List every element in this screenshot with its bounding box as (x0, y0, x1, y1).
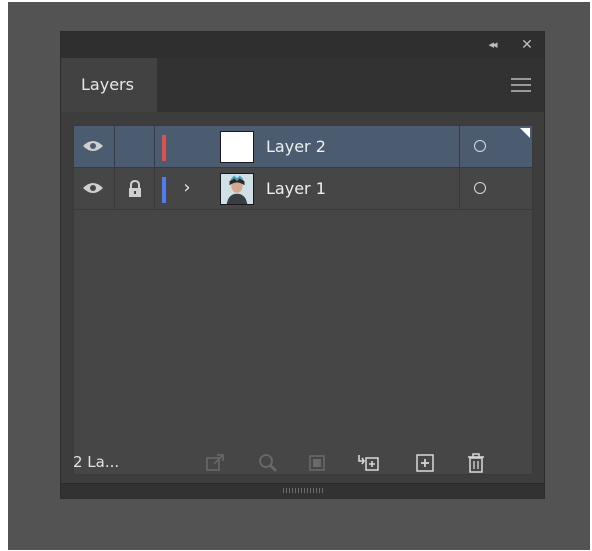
layer-color-bar (162, 177, 166, 203)
target-circle-icon[interactable] (474, 182, 486, 194)
layer-thumbnail (220, 173, 254, 205)
layer-row[interactable]: Layer 2 (74, 126, 532, 168)
grip-icon (283, 488, 323, 493)
layer-name[interactable]: Layer 1 (266, 168, 326, 210)
chevron-right-icon[interactable]: › (179, 176, 195, 200)
layers-list: Layer 2 › Layer 1 (73, 125, 533, 475)
panel-resize-handle[interactable] (61, 483, 544, 498)
layer-color-bar (162, 135, 166, 161)
delete-layer-icon[interactable] (465, 452, 487, 474)
panel-titlebar[interactable]: ◂◂ ✕ (61, 32, 544, 58)
eye-visibility-icon[interactable] (82, 139, 104, 153)
make-clipping-mask-icon[interactable] (306, 452, 328, 474)
collapse-icon[interactable]: ◂◂ (482, 36, 502, 54)
layer-name[interactable]: Layer 2 (266, 126, 326, 168)
create-new-sublayer-icon[interactable] (357, 452, 379, 474)
target-circle-icon[interactable] (474, 140, 486, 152)
lock-icon[interactable] (127, 180, 143, 198)
layer-row[interactable]: › Layer 1 (74, 168, 532, 210)
eye-visibility-icon[interactable] (82, 181, 104, 195)
layer-count: 2 La... (73, 453, 120, 471)
panel-menu-icon[interactable] (511, 78, 531, 92)
layer-thumbnail (220, 131, 254, 163)
layers-panel: ◂◂ ✕ Layers Layer 2 › Layer 1 2 La... (60, 31, 545, 499)
locate-object-icon[interactable] (257, 452, 279, 474)
panel-tab-row: Layers (61, 58, 544, 112)
create-new-layer-icon[interactable] (414, 452, 436, 474)
panel-footer: 2 La... (61, 442, 544, 484)
tab-layers[interactable]: Layers (61, 58, 157, 112)
collect-for-export-icon[interactable] (204, 452, 226, 474)
selection-indicator-icon (520, 128, 530, 138)
close-icon[interactable]: ✕ (518, 36, 536, 54)
